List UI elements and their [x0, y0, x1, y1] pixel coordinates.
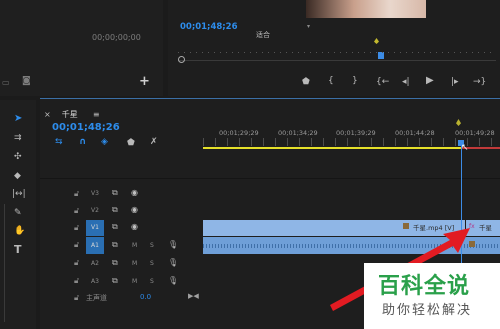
- watermark: 百科全说 助你轻松解决: [364, 263, 500, 329]
- watermark-title: 百科全说: [378, 274, 471, 299]
- watermark-subtitle: 助你轻松解决: [382, 303, 473, 318]
